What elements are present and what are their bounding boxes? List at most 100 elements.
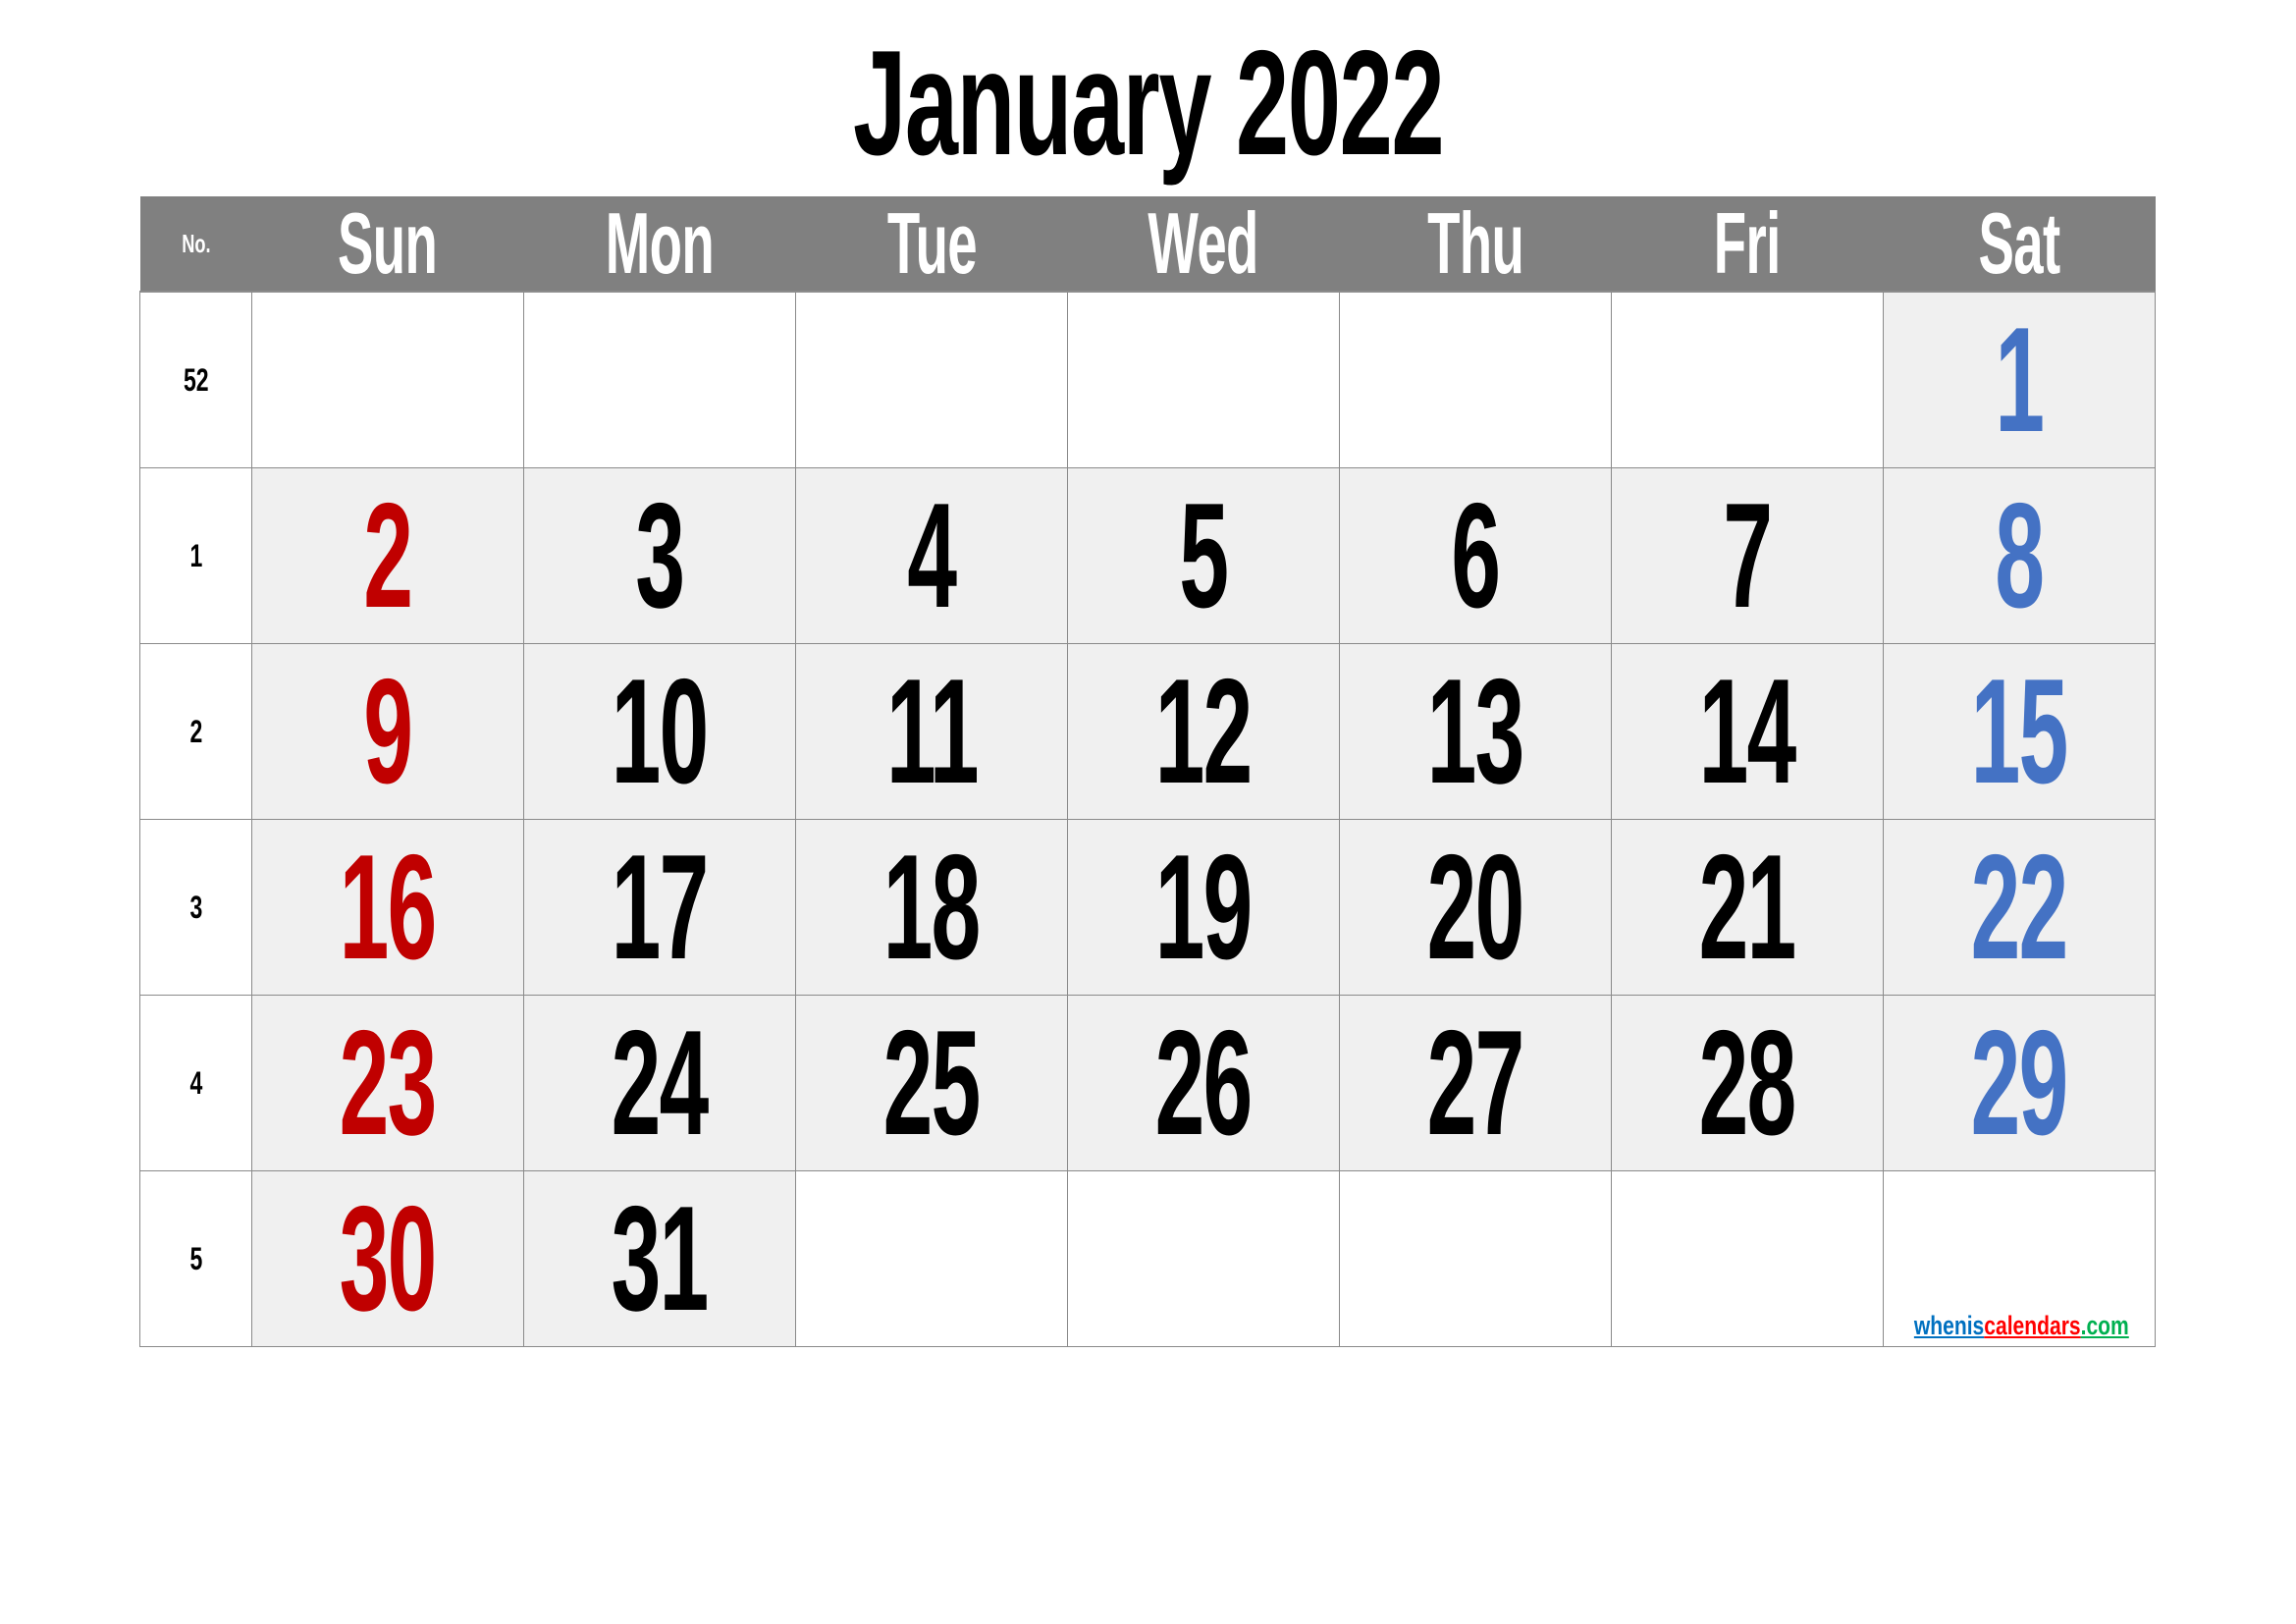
calendar-title: January 2022 bbox=[0, 20, 2296, 187]
day-number: 11 bbox=[885, 648, 980, 815]
watermark-text: wheniscalendars.com bbox=[1914, 1311, 2129, 1340]
day-cell[interactable]: 7 bbox=[1611, 467, 1884, 644]
day-cell[interactable]: 2 bbox=[251, 467, 524, 644]
day-cell[interactable]: 13 bbox=[1339, 643, 1612, 820]
day-number: 22 bbox=[1971, 824, 2069, 991]
week-number: 3 bbox=[189, 889, 202, 925]
day-cell[interactable]: 11 bbox=[795, 643, 1068, 820]
weekday-header-thu: Thu bbox=[1339, 196, 1612, 293]
weekday-label: Fri bbox=[1714, 196, 1781, 292]
week-number-header-label: No. bbox=[181, 228, 211, 258]
calendar-grid: No. Sun Mon Tue Wed Thu Fri Sat 52 1 1 2 3 4 5… bbox=[139, 196, 2156, 1347]
day-cell[interactable]: 9 bbox=[251, 643, 524, 820]
day-number: 9 bbox=[363, 648, 414, 815]
day-cell[interactable]: 22 bbox=[1883, 819, 2156, 996]
day-number: 3 bbox=[635, 472, 686, 639]
weekday-label: Mon bbox=[605, 196, 715, 292]
day-cell[interactable]: 16 bbox=[251, 819, 524, 996]
day-cell[interactable]: 26 bbox=[1067, 995, 1340, 1171]
week-row: 5 30 31 wheniscalendars.com bbox=[139, 1170, 2156, 1347]
day-number: 31 bbox=[612, 1175, 710, 1342]
week-number: 52 bbox=[183, 361, 209, 398]
empty-day-cell bbox=[1067, 1170, 1340, 1347]
watermark-segment: .com bbox=[2080, 1311, 2129, 1340]
day-number: 4 bbox=[907, 472, 958, 639]
empty-day-cell bbox=[795, 1170, 1068, 1347]
day-number: 19 bbox=[1155, 824, 1254, 991]
week-number-cell: 52 bbox=[139, 291, 252, 468]
weekday-header-row: No. Sun Mon Tue Wed Thu Fri Sat bbox=[139, 196, 2156, 293]
weekday-label: Thu bbox=[1426, 196, 1524, 292]
empty-day-cell bbox=[1611, 1170, 1884, 1347]
day-cell[interactable]: 31 bbox=[523, 1170, 796, 1347]
week-row: 4 23 24 25 26 27 28 29 bbox=[139, 995, 2156, 1171]
day-number: 27 bbox=[1427, 1000, 1525, 1166]
day-number: 13 bbox=[1427, 648, 1525, 815]
day-cell[interactable]: 29 bbox=[1883, 995, 2156, 1171]
day-cell[interactable]: 17 bbox=[523, 819, 796, 996]
day-number: 26 bbox=[1155, 1000, 1254, 1166]
day-number: 28 bbox=[1699, 1000, 1797, 1166]
day-number: 7 bbox=[1723, 472, 1774, 639]
day-number: 14 bbox=[1699, 648, 1797, 815]
day-cell[interactable]: 3 bbox=[523, 467, 796, 644]
week-number-cell: 1 bbox=[139, 467, 252, 644]
week-row: 1 2 3 4 5 6 7 8 bbox=[139, 467, 2156, 644]
day-number: 12 bbox=[1155, 648, 1254, 815]
month-year-label: January 2022 bbox=[852, 20, 1444, 187]
day-number: 16 bbox=[340, 824, 438, 991]
weekday-header-mon: Mon bbox=[523, 196, 796, 293]
week-number: 5 bbox=[189, 1240, 202, 1276]
watermark-segment: whenis bbox=[1913, 1311, 1985, 1340]
day-cell[interactable]: 12 bbox=[1067, 643, 1340, 820]
empty-day-cell bbox=[1339, 1170, 1612, 1347]
day-cell[interactable]: 15 bbox=[1883, 643, 2156, 820]
day-cell[interactable]: 25 bbox=[795, 995, 1068, 1171]
week-row: 3 16 17 18 19 20 21 22 bbox=[139, 819, 2156, 996]
empty-day-cell bbox=[1067, 291, 1340, 468]
week-number-cell: 2 bbox=[139, 643, 252, 820]
weekday-label: Sun bbox=[338, 196, 438, 292]
week-number-cell: 4 bbox=[139, 995, 252, 1171]
day-cell[interactable]: 5 bbox=[1067, 467, 1340, 644]
day-cell[interactable]: 20 bbox=[1339, 819, 1612, 996]
day-cell[interactable]: 4 bbox=[795, 467, 1068, 644]
empty-day-cell bbox=[795, 291, 1068, 468]
week-row: 52 1 bbox=[139, 291, 2156, 468]
week-row: 2 9 10 11 12 13 14 15 bbox=[139, 643, 2156, 820]
empty-day-cell bbox=[251, 291, 524, 468]
day-cell[interactable]: 1 bbox=[1883, 291, 2156, 468]
day-number: 21 bbox=[1699, 824, 1797, 991]
day-number: 20 bbox=[1427, 824, 1525, 991]
day-cell[interactable]: 6 bbox=[1339, 467, 1612, 644]
day-cell[interactable]: 27 bbox=[1339, 995, 1612, 1171]
day-cell[interactable]: 23 bbox=[251, 995, 524, 1171]
day-number: 30 bbox=[340, 1175, 438, 1342]
week-number-cell: 3 bbox=[139, 819, 252, 996]
day-cell[interactable]: 28 bbox=[1611, 995, 1884, 1171]
day-cell[interactable]: 21 bbox=[1611, 819, 1884, 996]
day-number: 1 bbox=[1995, 297, 2046, 463]
day-cell[interactable]: 24 bbox=[523, 995, 796, 1171]
day-number: 17 bbox=[612, 824, 710, 991]
day-cell[interactable]: 30 bbox=[251, 1170, 524, 1347]
day-cell[interactable]: 8 bbox=[1883, 467, 2156, 644]
day-number: 25 bbox=[883, 1000, 982, 1166]
day-cell[interactable]: 18 bbox=[795, 819, 1068, 996]
empty-day-cell bbox=[523, 291, 796, 468]
day-cell[interactable]: 14 bbox=[1611, 643, 1884, 820]
day-cell[interactable]: 10 bbox=[523, 643, 796, 820]
day-number: 10 bbox=[612, 648, 710, 815]
week-number-header: No. bbox=[139, 196, 252, 293]
weekday-header-sun: Sun bbox=[251, 196, 524, 293]
day-number: 18 bbox=[883, 824, 982, 991]
day-cell[interactable]: 19 bbox=[1067, 819, 1340, 996]
weekday-label: Wed bbox=[1148, 196, 1259, 292]
day-number: 8 bbox=[1995, 472, 2046, 639]
empty-day-cell bbox=[1339, 291, 1612, 468]
week-number: 4 bbox=[189, 1064, 202, 1101]
website-watermark-link[interactable]: wheniscalendars.com bbox=[1885, 1311, 2155, 1340]
weekday-label: Sat bbox=[1978, 196, 2060, 292]
watermark-segment: calendars bbox=[1984, 1311, 2081, 1340]
week-number-cell: 5 bbox=[139, 1170, 252, 1347]
